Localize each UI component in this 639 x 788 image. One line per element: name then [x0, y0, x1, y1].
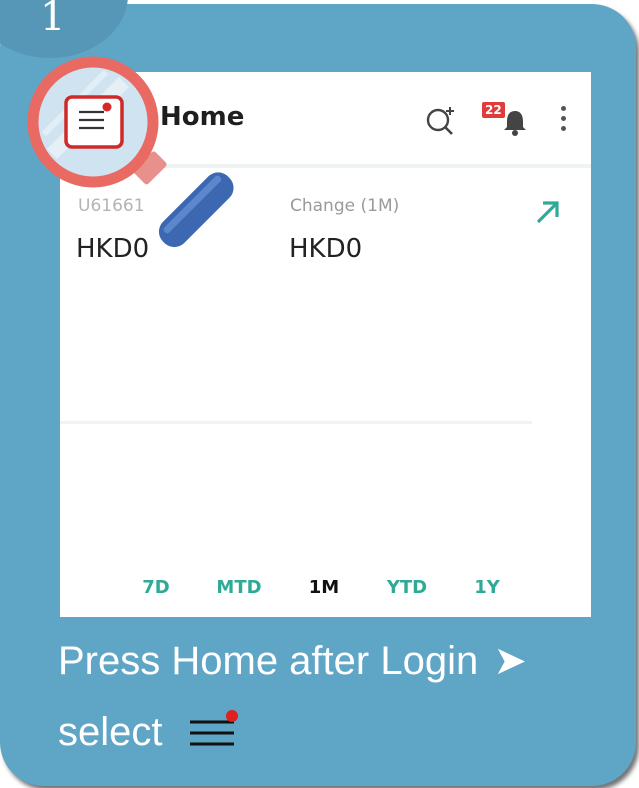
account-value: HKD0: [76, 234, 150, 264]
range-1m[interactable]: 1M: [309, 577, 339, 598]
change-value: HKD0: [289, 234, 363, 264]
search-plus-icon[interactable]: [424, 104, 458, 138]
hamburger-menu-button[interactable]: [66, 96, 118, 144]
instruction-line-1: Press Home after Login ➤: [58, 638, 527, 684]
instruction-text-select: select: [58, 710, 163, 754]
notification-badge: 22: [482, 102, 505, 118]
step-number: 1: [40, 0, 66, 40]
app-screenshot: Home 22 U61661 Change (1M) HKD0 HKD0 7D …: [60, 72, 591, 617]
hamburger-menu-icon: [189, 710, 238, 746]
step-card: 1 Home 22 U61661 Change (1M) HKD0 HKD0 7…: [0, 0, 636, 786]
account-id: U61661: [78, 196, 145, 216]
chart-baseline: [60, 421, 532, 424]
expand-arrow-icon[interactable]: [534, 198, 562, 226]
app-bar: Home 22: [60, 72, 591, 168]
instruction-line-2: select: [58, 710, 240, 756]
notifications-button[interactable]: 22: [480, 98, 528, 138]
page-title: Home: [160, 102, 245, 132]
arrow-right-icon: ➤: [493, 639, 527, 683]
more-vertical-icon[interactable]: [556, 106, 570, 138]
range-7d[interactable]: 7D: [142, 577, 169, 598]
bell-icon: [504, 111, 526, 136]
range-1y[interactable]: 1Y: [474, 577, 500, 598]
instruction-text: Press Home after Login: [58, 639, 479, 683]
range-mtd[interactable]: MTD: [216, 577, 261, 598]
range-ytd[interactable]: YTD: [387, 577, 427, 598]
change-label: Change (1M): [290, 196, 400, 216]
time-range-selector: 7D MTD 1M YTD 1Y: [60, 577, 591, 607]
